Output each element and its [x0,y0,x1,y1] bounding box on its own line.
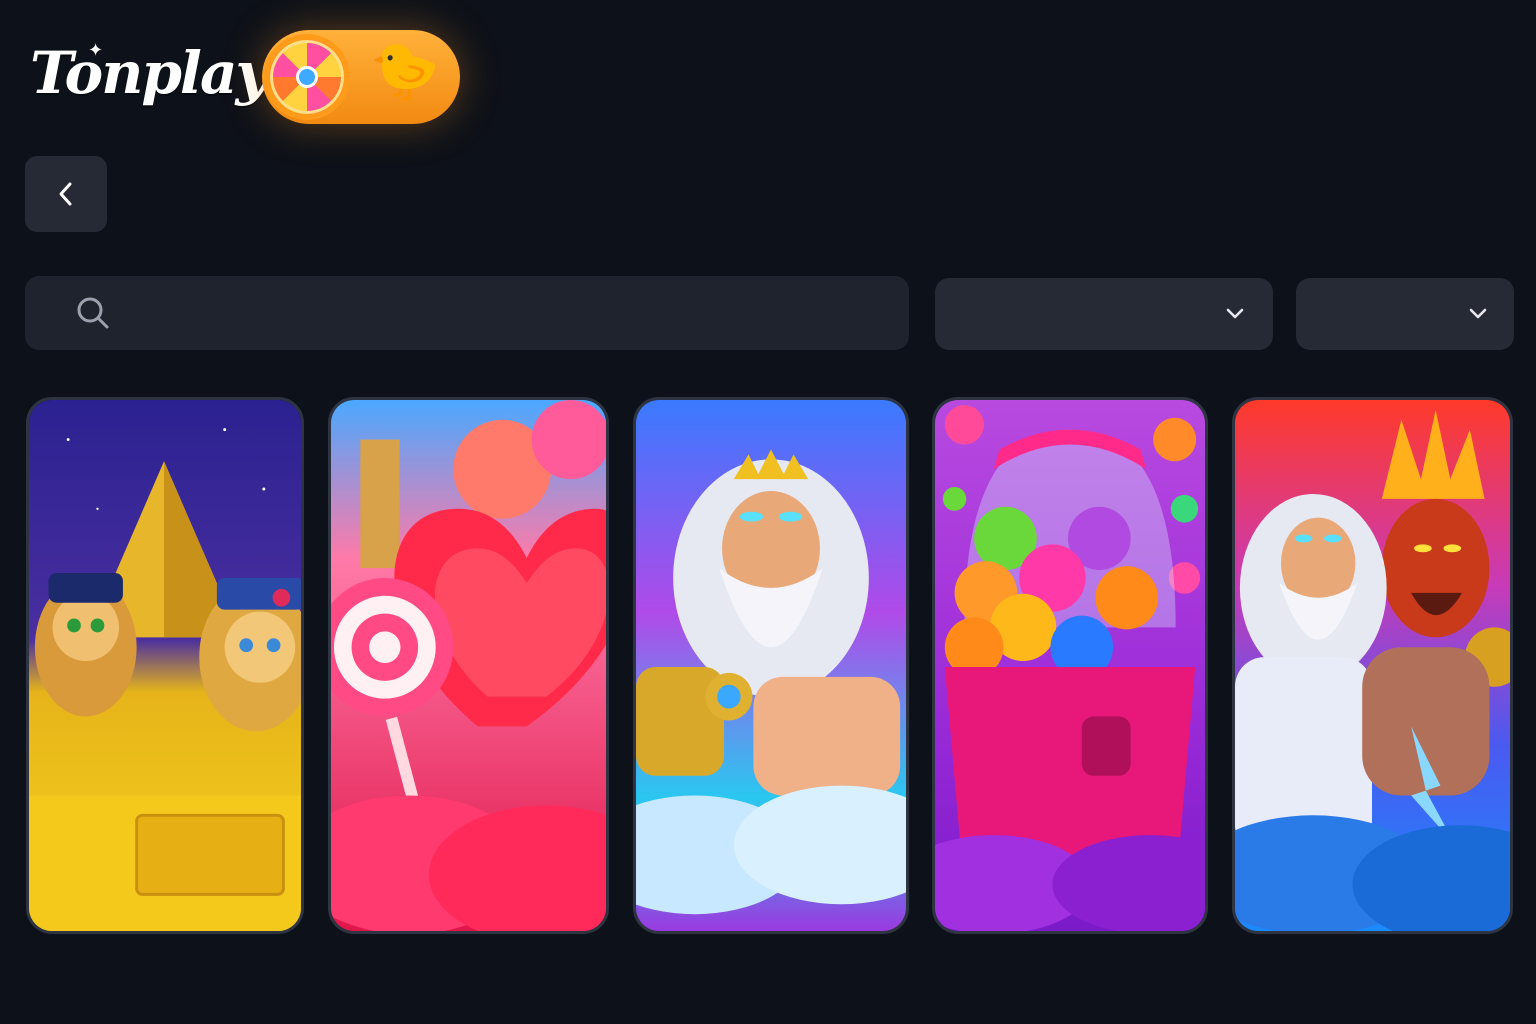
game-thumbnail-candy-hearts [331,400,606,931]
game-card-egyptian-cats[interactable] [26,397,304,934]
search-input[interactable] [125,276,909,350]
chevron-left-icon [59,182,72,206]
fortune-wheel-icon [264,34,350,120]
game-thumbnail-zeus-vs-hades [1235,400,1510,931]
filter-dropdown-1[interactable] [935,278,1273,350]
wheel-hub [296,66,318,88]
chevron-down-icon [1226,308,1244,319]
game-thumbnail-zeus [636,400,906,931]
game-thumbnail-egyptian-cats [29,400,301,931]
filter-dropdown-2[interactable] [1296,278,1514,350]
search-bar[interactable] [25,276,909,350]
rubber-duck-icon: 🐤 [370,39,440,104]
game-card-zeus[interactable] [633,397,909,934]
game-thumbnail-gumball-machine [935,400,1205,931]
back-button[interactable] [25,156,107,232]
chevron-down-icon [1469,308,1487,319]
promo-banner[interactable]: 🐤 [262,30,460,124]
game-card-gumball-machine[interactable] [932,397,1208,934]
game-card-candy-hearts[interactable] [328,397,609,934]
star-icon: ✦ [88,40,104,61]
search-icon [77,297,109,329]
logo-text: Tonplay [30,39,269,107]
game-card-zeus-vs-hades[interactable] [1232,397,1513,934]
